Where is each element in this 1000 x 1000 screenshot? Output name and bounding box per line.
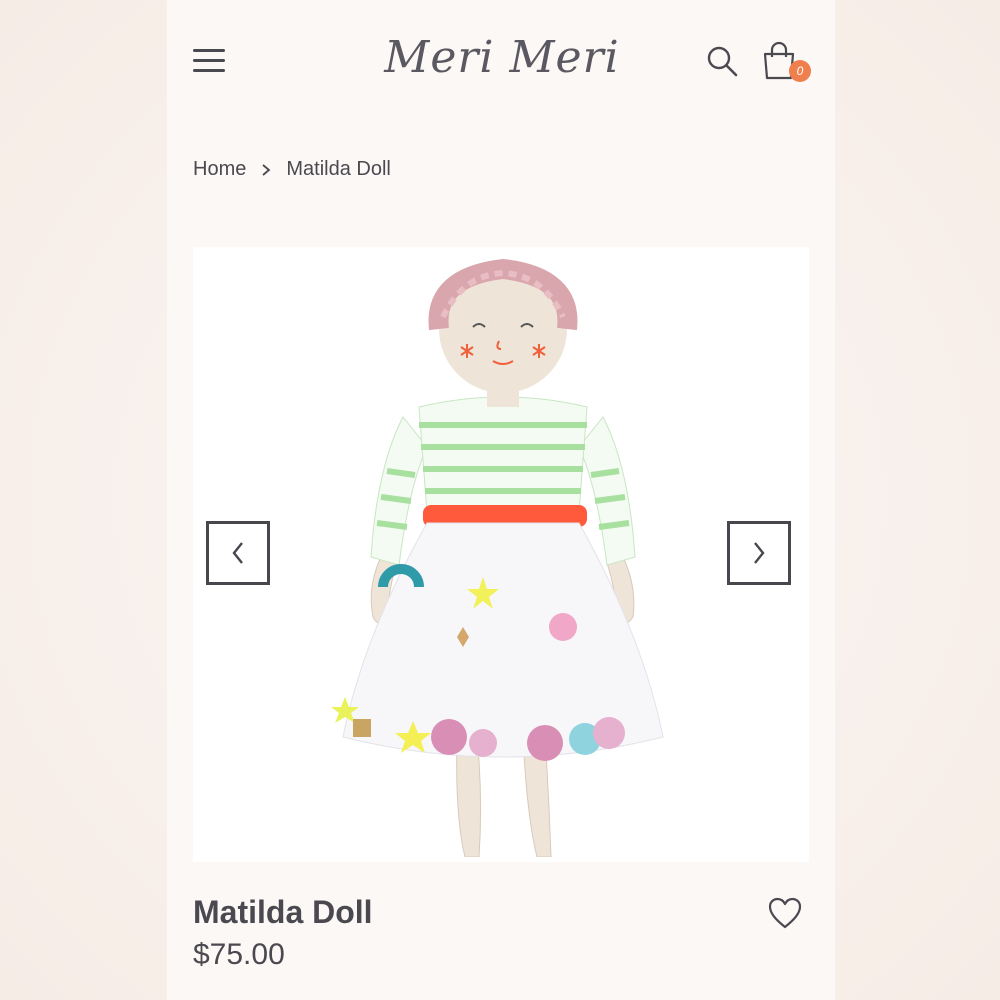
menu-line	[193, 59, 225, 62]
wishlist-button[interactable]	[767, 896, 803, 930]
cart-button[interactable]: 0	[761, 40, 817, 86]
next-image-button[interactable]	[727, 521, 791, 585]
breadcrumb-current: Matilda Doll	[286, 158, 391, 180]
chevron-right-icon	[262, 163, 271, 176]
brand-logo[interactable]: Meri Meri	[367, 32, 637, 83]
product-price: $75.00	[193, 938, 285, 971]
product-title: Matilda Doll	[193, 894, 373, 930]
search-icon	[707, 46, 738, 77]
search-button[interactable]	[705, 44, 739, 78]
cart-count-badge: 0	[789, 60, 811, 82]
product-image-gallery[interactable]	[193, 247, 809, 862]
heart-outline-icon	[768, 897, 802, 929]
prev-image-button[interactable]	[206, 521, 270, 585]
breadcrumb: Home Matilda Doll	[193, 158, 391, 181]
menu-line	[193, 69, 225, 72]
menu-button[interactable]	[193, 46, 227, 76]
site-header: Meri Meri 0	[167, 0, 835, 120]
mobile-page: Meri Meri 0 Home Matilda Doll Matilda Do…	[167, 0, 835, 1000]
chevron-right-icon	[754, 542, 765, 564]
menu-line	[193, 49, 225, 52]
chevron-left-icon	[232, 542, 243, 564]
product-image	[331, 258, 664, 857]
breadcrumb-home-link[interactable]: Home	[193, 158, 246, 181]
